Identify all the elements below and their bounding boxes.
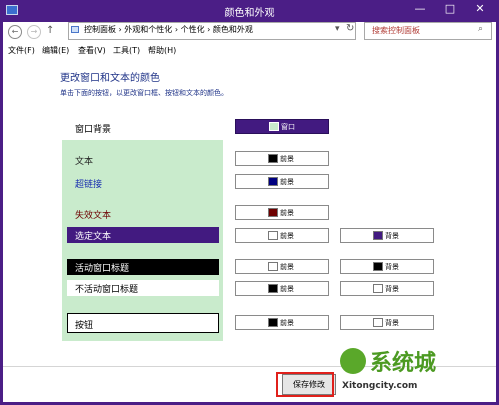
inactive-title-foreground-label: 前景: [280, 285, 294, 293]
window-background-swatch: [269, 122, 279, 131]
inactive-title-background-button[interactable]: 背景: [340, 281, 434, 296]
selected-text-foreground-label: 前景: [280, 232, 294, 240]
inactive-title-foreground-button[interactable]: 前景: [235, 281, 329, 296]
refresh-icon[interactable]: ↻: [346, 23, 354, 34]
menu-view[interactable]: 查看(V): [78, 45, 106, 56]
active-title-foreground-button[interactable]: 前景: [235, 259, 329, 274]
text-foreground-swatch: [268, 154, 278, 163]
page-description: 单击下面的按钮，以更改窗口框、按钮和文本的颜色。: [60, 89, 228, 97]
selected-text-background-label: 背景: [385, 232, 399, 240]
selected-text-background-swatch: [373, 231, 383, 240]
highlight-box: [276, 372, 334, 397]
window-background-label: 窗口背景: [75, 125, 112, 135]
hyperlink-label: 超链接: [75, 180, 103, 190]
control-panel-icon: [71, 26, 79, 33]
hyperlink-foreground-swatch: [268, 177, 278, 186]
forward-icon[interactable]: →: [27, 25, 41, 39]
text-label: 文本: [75, 157, 94, 167]
disabled-text-label: 失效文本: [75, 211, 112, 221]
disabled-text-foreground-button[interactable]: 前景: [235, 205, 329, 220]
text-foreground-button[interactable]: 前景: [235, 151, 329, 166]
search-icon[interactable]: ⌕: [478, 24, 483, 34]
button-foreground-swatch: [268, 318, 278, 327]
active-title-background-swatch: [373, 262, 383, 271]
page-title: 更改窗口和文本的颜色: [60, 73, 160, 84]
hyperlink-foreground-button[interactable]: 前景: [235, 174, 329, 189]
hyperlink-foreground-label: 前景: [280, 178, 294, 186]
button-foreground-label: 前景: [280, 319, 294, 327]
menu-edit[interactable]: 编辑(E): [42, 45, 69, 56]
active-title-background-button[interactable]: 背景: [340, 259, 434, 274]
selected-text-foreground-button[interactable]: 前景: [235, 228, 329, 243]
inactive-title-foreground-swatch: [268, 284, 278, 293]
chevron-down-icon[interactable]: ▾: [335, 24, 340, 34]
up-icon[interactable]: ↑: [46, 25, 54, 36]
menu-help[interactable]: 帮助(H): [148, 45, 176, 56]
minimize-button[interactable]: —: [405, 2, 435, 18]
active-title-background-label: 背景: [385, 263, 399, 271]
address-path[interactable]: 控制面板 › 外观和个性化 › 个性化 › 颜色和外观: [84, 24, 253, 35]
inactive-title-background-label: 背景: [385, 285, 399, 293]
watermark-url: Xitongcity.com: [342, 381, 418, 391]
close-button[interactable]: ✕: [465, 2, 495, 18]
inactive-title-background-swatch: [373, 284, 383, 293]
button-background-label: 背景: [385, 319, 399, 327]
inactive-title-label: 不活动窗口标题: [75, 285, 139, 295]
disabled-text-foreground-label: 前景: [280, 209, 294, 217]
button-background-swatch: [373, 318, 383, 327]
menu-tools[interactable]: 工具(T): [113, 45, 140, 56]
search-placeholder: 搜索控制面板: [372, 26, 420, 35]
active-title-foreground-label: 前景: [280, 263, 294, 271]
text-foreground-label: 前景: [280, 155, 294, 163]
selected-text-background-button[interactable]: 背景: [340, 228, 434, 243]
window-background-button[interactable]: 窗口: [235, 119, 329, 134]
button-label: 按钮: [75, 321, 94, 331]
watermark-brand: 系统城: [370, 351, 437, 376]
active-title-label: 活动窗口标题: [75, 264, 130, 274]
active-title-foreground-swatch: [268, 262, 278, 271]
back-icon[interactable]: ←: [8, 25, 22, 39]
selected-text-foreground-swatch: [268, 231, 278, 240]
maximize-button[interactable]: □: [435, 2, 465, 18]
button-background-button[interactable]: 背景: [340, 315, 434, 330]
selected-text-label: 选定文本: [75, 232, 112, 242]
menu-file[interactable]: 文件(F): [8, 45, 35, 56]
disabled-text-foreground-swatch: [268, 208, 278, 217]
watermark-logo-icon: [340, 348, 366, 374]
window-background-button-label: 窗口: [281, 123, 295, 131]
button-foreground-button[interactable]: 前景: [235, 315, 329, 330]
